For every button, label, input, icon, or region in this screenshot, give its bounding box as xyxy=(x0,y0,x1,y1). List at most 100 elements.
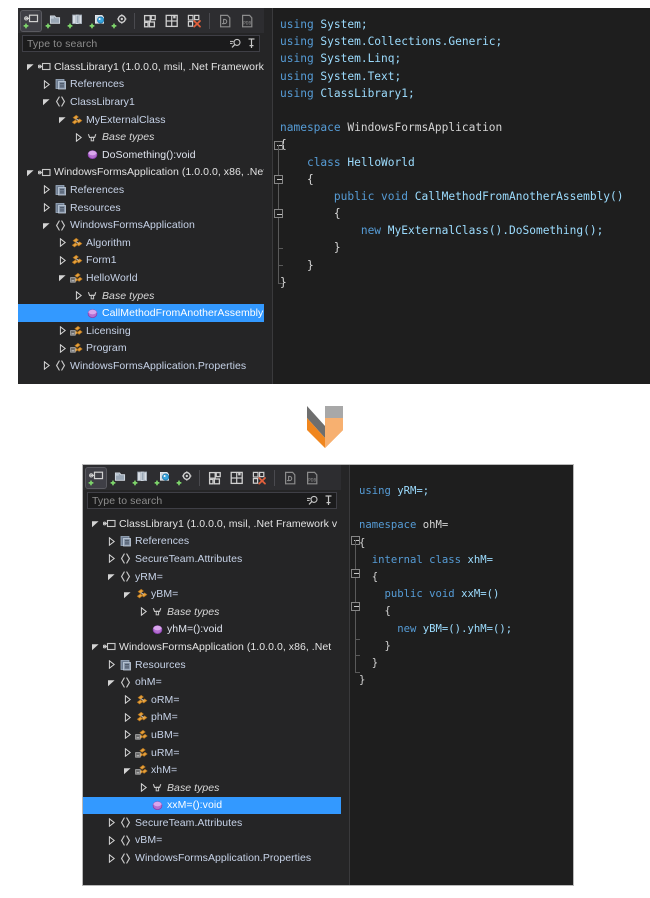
tree-item[interactable]: References xyxy=(83,533,341,551)
code-folding-gutter-original[interactable] xyxy=(272,16,288,316)
fold-collapse-button[interactable] xyxy=(351,601,360,611)
tree-item[interactable]: References xyxy=(18,76,264,94)
add-folder-icon[interactable] xyxy=(108,468,128,488)
add-settings-icon[interactable] xyxy=(174,468,194,488)
chevron-right-icon[interactable] xyxy=(40,79,53,89)
add-assembly-icon[interactable] xyxy=(20,10,42,32)
tree-item[interactable]: ClassLibrary1 (1.0.0.0, msil, .Net Frame… xyxy=(83,515,341,533)
vertical-scrollbar-original[interactable] xyxy=(264,8,272,384)
tree-item[interactable]: MyExternalClass xyxy=(18,111,264,129)
chevron-down-icon[interactable] xyxy=(121,766,134,775)
chevron-right-icon[interactable] xyxy=(105,853,118,863)
tree-item[interactable]: Resources xyxy=(18,199,264,217)
tree-item[interactable]: CallMethodFromAnotherAssembly( xyxy=(18,304,264,322)
chevron-right-icon[interactable] xyxy=(56,326,69,336)
code-folding-gutter-obfuscated[interactable] xyxy=(349,483,365,703)
tree-item[interactable]: Base types xyxy=(18,128,264,146)
tree-item[interactable]: vBM= xyxy=(83,832,341,850)
tree-item[interactable]: SecureTeam.Attributes xyxy=(83,550,341,568)
chevron-down-icon[interactable] xyxy=(89,642,102,651)
chevron-down-icon[interactable] xyxy=(24,62,37,71)
tree-item[interactable]: yBM= xyxy=(83,585,341,603)
copy-il-icon[interactable] xyxy=(215,11,235,31)
tree-item[interactable]: Base types xyxy=(18,287,264,305)
chevron-down-icon[interactable] xyxy=(40,221,53,230)
chevron-right-icon[interactable] xyxy=(56,255,69,265)
tree-item[interactable]: yRM= xyxy=(83,568,341,586)
pdb-icon[interactable]: PDB xyxy=(302,468,322,488)
tree-item[interactable]: Program xyxy=(18,340,264,358)
tree-item[interactable]: uRM= xyxy=(83,744,341,762)
build-icon[interactable] xyxy=(140,11,160,31)
chevron-right-icon[interactable] xyxy=(56,343,69,353)
add-search-icon[interactable] xyxy=(87,11,107,31)
tree-item[interactable]: Base types xyxy=(83,779,341,797)
tree-item[interactable]: WindowsFormsApplication.Properties xyxy=(18,357,264,375)
search-icon[interactable] xyxy=(304,494,321,507)
save-all-icon[interactable] xyxy=(162,11,182,31)
tree-item[interactable]: WindowsFormsApplication xyxy=(18,216,264,234)
pin-icon[interactable] xyxy=(321,494,336,507)
chevron-right-icon[interactable] xyxy=(121,712,134,722)
chevron-right-icon[interactable] xyxy=(105,536,118,546)
search-box-obfuscated[interactable]: Type to search xyxy=(87,492,337,509)
chevron-down-icon[interactable] xyxy=(40,97,53,106)
assembly-tree-original[interactable]: ClassLibrary1 (1.0.0.0, msil, .Net Frame… xyxy=(18,55,264,384)
chevron-down-icon[interactable] xyxy=(121,590,134,599)
search-input-placeholder[interactable]: Type to search xyxy=(23,38,227,50)
tree-item[interactable]: WindowsFormsApplication (1.0.0.0, x86, .… xyxy=(18,164,264,182)
tree-item[interactable]: WindowsFormsApplication (1.0.0.0, x86, .… xyxy=(83,638,341,656)
fold-collapse-button[interactable] xyxy=(274,174,283,184)
chevron-down-icon[interactable] xyxy=(89,519,102,528)
chevron-right-icon[interactable] xyxy=(137,783,150,793)
add-search-icon[interactable] xyxy=(152,468,172,488)
search-input-placeholder[interactable]: Type to search xyxy=(88,495,304,507)
chevron-right-icon[interactable] xyxy=(72,291,85,301)
add-assembly-icon[interactable] xyxy=(85,467,107,489)
chevron-right-icon[interactable] xyxy=(121,695,134,705)
chevron-right-icon[interactable] xyxy=(72,132,85,142)
add-list-icon[interactable] xyxy=(130,468,150,488)
tree-item[interactable]: Form1 xyxy=(18,252,264,270)
chevron-right-icon[interactable] xyxy=(56,238,69,248)
add-folder-icon[interactable] xyxy=(43,11,63,31)
code-pane-obfuscated[interactable]: using yRM=; namespace ohM={ internal cla… xyxy=(341,465,573,885)
chevron-down-icon[interactable] xyxy=(105,572,118,581)
chevron-down-icon[interactable] xyxy=(24,168,37,177)
tree-item[interactable]: Licensing xyxy=(18,322,264,340)
pdb-icon[interactable]: PDB xyxy=(237,11,257,31)
pin-icon[interactable] xyxy=(244,37,259,50)
chevron-right-icon[interactable] xyxy=(105,554,118,564)
tree-item[interactable]: References xyxy=(18,181,264,199)
chevron-right-icon[interactable] xyxy=(105,818,118,828)
chevron-right-icon[interactable] xyxy=(137,607,150,617)
chevron-right-icon[interactable] xyxy=(40,203,53,213)
search-icon[interactable] xyxy=(227,37,244,50)
chevron-down-icon[interactable] xyxy=(105,678,118,687)
add-settings-icon[interactable] xyxy=(109,11,129,31)
chevron-right-icon[interactable] xyxy=(121,748,134,758)
add-list-icon[interactable] xyxy=(65,11,85,31)
tree-item[interactable]: HelloWorld xyxy=(18,269,264,287)
chevron-right-icon[interactable] xyxy=(40,361,53,371)
tree-item[interactable]: ClassLibrary1 (1.0.0.0, msil, .Net Frame… xyxy=(18,58,264,76)
chevron-right-icon[interactable] xyxy=(105,835,118,845)
tree-item[interactable]: ohM= xyxy=(83,673,341,691)
chevron-down-icon[interactable] xyxy=(56,273,69,282)
fold-collapse-button[interactable] xyxy=(351,568,360,578)
save-all-icon[interactable] xyxy=(227,468,247,488)
tree-item[interactable]: oRM= xyxy=(83,691,341,709)
tree-item[interactable]: phM= xyxy=(83,709,341,727)
clear-icon[interactable] xyxy=(249,468,269,488)
vertical-scrollbar-obfuscated[interactable] xyxy=(341,465,349,885)
tree-item[interactable]: uBM= xyxy=(83,726,341,744)
chevron-right-icon[interactable] xyxy=(105,660,118,670)
tree-item[interactable]: Algorithm xyxy=(18,234,264,252)
tree-item[interactable]: xhM= xyxy=(83,761,341,779)
build-icon[interactable] xyxy=(205,468,225,488)
tree-item[interactable]: SecureTeam.Attributes xyxy=(83,814,341,832)
tree-item[interactable]: Resources xyxy=(83,656,341,674)
tree-item[interactable]: Base types xyxy=(83,603,341,621)
copy-il-icon[interactable] xyxy=(280,468,300,488)
chevron-right-icon[interactable] xyxy=(121,730,134,740)
